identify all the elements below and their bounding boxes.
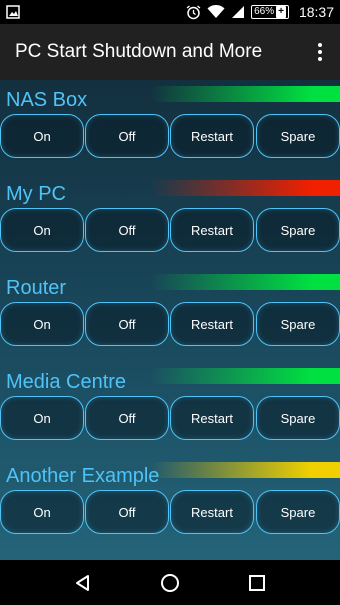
- off-button[interactable]: Off: [85, 114, 169, 158]
- alarm-icon: [186, 4, 201, 20]
- on-button[interactable]: On: [0, 114, 84, 158]
- battery-charging-icon: 66% +: [251, 5, 289, 19]
- off-button[interactable]: Off: [85, 302, 169, 346]
- device-name: My PC: [6, 183, 66, 205]
- device-name: Media Centre: [6, 371, 127, 393]
- status-indicator: [150, 368, 340, 384]
- image-notification-icon: [6, 5, 20, 19]
- wifi-icon: [207, 5, 225, 19]
- status-indicator: [150, 462, 340, 478]
- on-button[interactable]: On: [0, 302, 84, 346]
- status-time: 18:37: [298, 4, 334, 20]
- app-bar: PC Start Shutdown and More: [0, 24, 340, 80]
- on-button[interactable]: On: [0, 490, 84, 534]
- spare-button[interactable]: Spare: [256, 302, 340, 346]
- device-card-another-example: Another Example On Off Restart Spare: [0, 456, 340, 550]
- restart-button[interactable]: Restart: [170, 208, 254, 252]
- recents-icon[interactable]: [237, 563, 277, 603]
- off-button[interactable]: Off: [85, 208, 169, 252]
- spare-button[interactable]: Spare: [256, 114, 340, 158]
- status-indicator: [150, 86, 340, 102]
- device-card-my-pc: My PC On Off Restart Spare: [0, 174, 340, 268]
- device-card-nas-box: NAS Box On Off Restart Spare: [0, 80, 340, 174]
- restart-button[interactable]: Restart: [170, 396, 254, 440]
- restart-button[interactable]: Restart: [170, 490, 254, 534]
- spare-button[interactable]: Spare: [256, 490, 340, 534]
- status-bar: 66% + 18:37: [0, 0, 340, 24]
- device-name: NAS Box: [6, 89, 88, 111]
- device-card-media-centre: Media Centre On Off Restart Spare: [0, 362, 340, 456]
- restart-button[interactable]: Restart: [170, 302, 254, 346]
- navigation-bar: [0, 560, 340, 605]
- cell-signal-icon: [231, 5, 245, 19]
- status-indicator: [150, 180, 340, 196]
- spare-button[interactable]: Spare: [256, 396, 340, 440]
- spare-button[interactable]: Spare: [256, 208, 340, 252]
- app-title: PC Start Shutdown and More: [15, 41, 263, 62]
- off-button[interactable]: Off: [85, 396, 169, 440]
- device-list: NAS Box On Off Restart Spare My PC On Of…: [0, 80, 340, 560]
- off-button[interactable]: Off: [85, 490, 169, 534]
- more-vert-icon[interactable]: [300, 24, 340, 80]
- restart-button[interactable]: Restart: [170, 114, 254, 158]
- device-name: Router: [6, 277, 67, 299]
- on-button[interactable]: On: [0, 396, 84, 440]
- status-indicator: [150, 274, 340, 290]
- on-button[interactable]: On: [0, 208, 84, 252]
- back-icon[interactable]: [63, 563, 103, 603]
- device-name: Another Example: [6, 465, 160, 487]
- battery-percent: 66%: [254, 6, 275, 17]
- home-icon[interactable]: [150, 563, 190, 603]
- device-card-router: Router On Off Restart Spare: [0, 268, 340, 362]
- charging-indicator: +: [276, 6, 286, 18]
